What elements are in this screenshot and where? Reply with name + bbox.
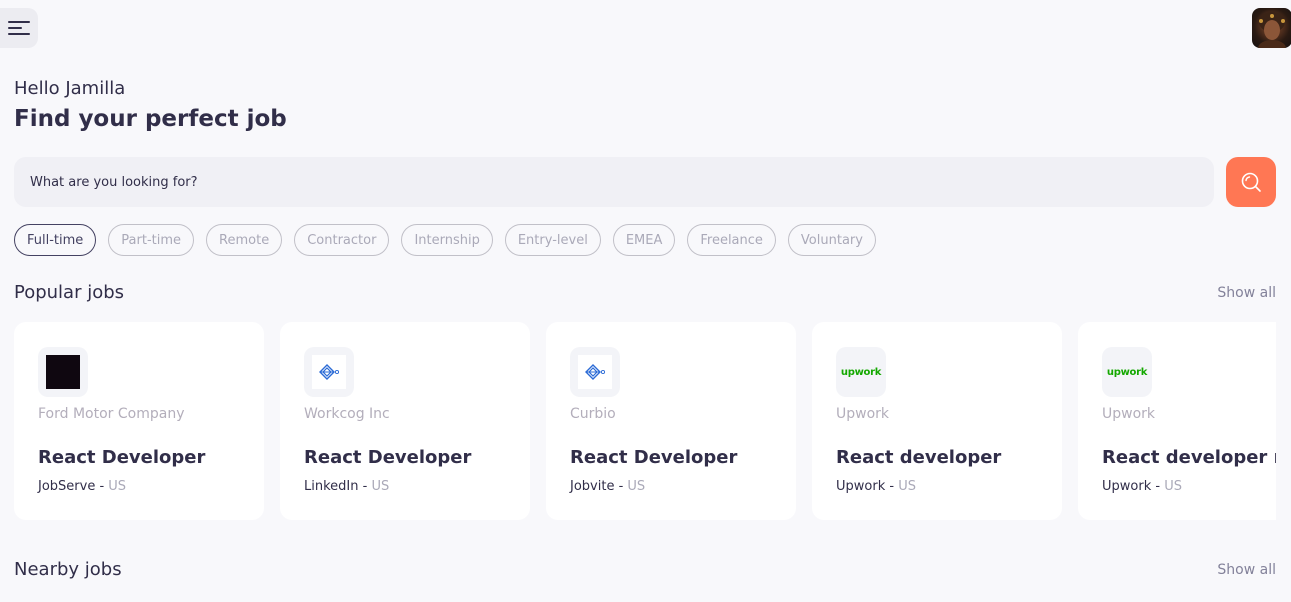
- tab-internship[interactable]: Internship: [401, 224, 493, 256]
- job-card[interactable]: upwork Upwork React developer Upwork - U…: [812, 322, 1062, 520]
- job-meta: Upwork - US: [1102, 479, 1182, 494]
- nearby-show-all-link[interactable]: Show all: [1217, 562, 1276, 578]
- tab-freelance[interactable]: Freelance: [687, 224, 776, 256]
- page-title: Find your perfect job: [14, 106, 287, 132]
- tab-full-time[interactable]: Full-time: [14, 224, 97, 256]
- meta-separator: -: [1151, 479, 1165, 494]
- job-meta: LinkedIn - US: [304, 479, 389, 494]
- upwork-logo: upwork: [840, 366, 882, 378]
- job-meta: JobServe - US: [38, 479, 126, 494]
- tab-remote[interactable]: Remote: [206, 224, 283, 256]
- tab-voluntary[interactable]: Voluntary: [787, 224, 876, 256]
- job-publisher: Upwork: [836, 479, 886, 494]
- meta-separator: -: [885, 479, 899, 494]
- company-name: Upwork: [836, 406, 890, 422]
- company-logo: [570, 347, 620, 397]
- job-card[interactable]: Ford Motor Company React Developer JobSe…: [14, 322, 264, 520]
- job-location: US: [898, 479, 916, 494]
- company-name: Workcog Inc: [304, 406, 390, 422]
- search-input[interactable]: [14, 157, 1214, 207]
- tab-contractor[interactable]: Contractor: [294, 224, 390, 256]
- company-logo: [38, 347, 88, 397]
- search-button[interactable]: [1226, 157, 1276, 207]
- black-square-logo: [46, 355, 80, 389]
- blue-cube-logo: [585, 364, 606, 380]
- company-logo: upwork: [1102, 347, 1152, 397]
- job-publisher: LinkedIn: [304, 479, 359, 494]
- popular-jobs-title: Popular jobs: [14, 282, 125, 303]
- company-logo: [304, 347, 354, 397]
- tab-part-time[interactable]: Part-time: [108, 224, 195, 256]
- job-type-tabs: Full-time Part-time Remote Contractor In…: [14, 224, 876, 256]
- job-title: React Developer: [570, 447, 738, 468]
- company-name: Upwork: [1102, 406, 1156, 422]
- job-card[interactable]: Workcog Inc React Developer LinkedIn - U…: [280, 322, 530, 520]
- company-name: Ford Motor Company: [38, 406, 185, 422]
- popular-show-all-link[interactable]: Show all: [1217, 285, 1276, 301]
- job-card[interactable]: upwork Upwork React developer ne Upwork …: [1078, 322, 1276, 520]
- menu-button[interactable]: [0, 8, 38, 48]
- job-location: US: [1164, 479, 1182, 494]
- job-location: US: [108, 479, 127, 494]
- job-title: React Developer: [38, 447, 206, 468]
- company-logo: upwork: [836, 347, 886, 397]
- job-meta: Jobvite - US: [570, 479, 645, 494]
- hamburger-menu-icon: [8, 21, 30, 35]
- job-publisher: Jobvite: [570, 479, 615, 494]
- meta-separator: -: [358, 479, 372, 494]
- job-title: React developer ne: [1102, 447, 1276, 468]
- job-location: US: [627, 479, 646, 494]
- meta-separator: -: [614, 479, 628, 494]
- nearby-jobs-title: Nearby jobs: [14, 559, 122, 580]
- popular-jobs-carousel[interactable]: Ford Motor Company React Developer JobSe…: [14, 322, 1276, 522]
- job-publisher: JobServe: [38, 479, 96, 494]
- avatar-portrait: [1258, 12, 1286, 48]
- upwork-logo: upwork: [1106, 366, 1148, 378]
- job-title: React developer: [836, 447, 1002, 468]
- meta-separator: -: [95, 479, 109, 494]
- company-name: Curbio: [570, 406, 616, 422]
- profile-avatar[interactable]: [1252, 8, 1291, 48]
- search-icon: [1241, 172, 1261, 192]
- tab-entry-level[interactable]: Entry-level: [504, 224, 601, 256]
- tab-emea[interactable]: EMEA: [612, 224, 676, 256]
- blue-cube-logo: [319, 364, 340, 380]
- job-card[interactable]: Curbio React Developer Jobvite - US: [546, 322, 796, 520]
- job-meta: Upwork - US: [836, 479, 916, 494]
- greeting-text: Hello Jamilla: [14, 78, 126, 99]
- job-location: US: [371, 479, 390, 494]
- job-publisher: Upwork: [1102, 479, 1152, 494]
- job-title: React Developer: [304, 447, 472, 468]
